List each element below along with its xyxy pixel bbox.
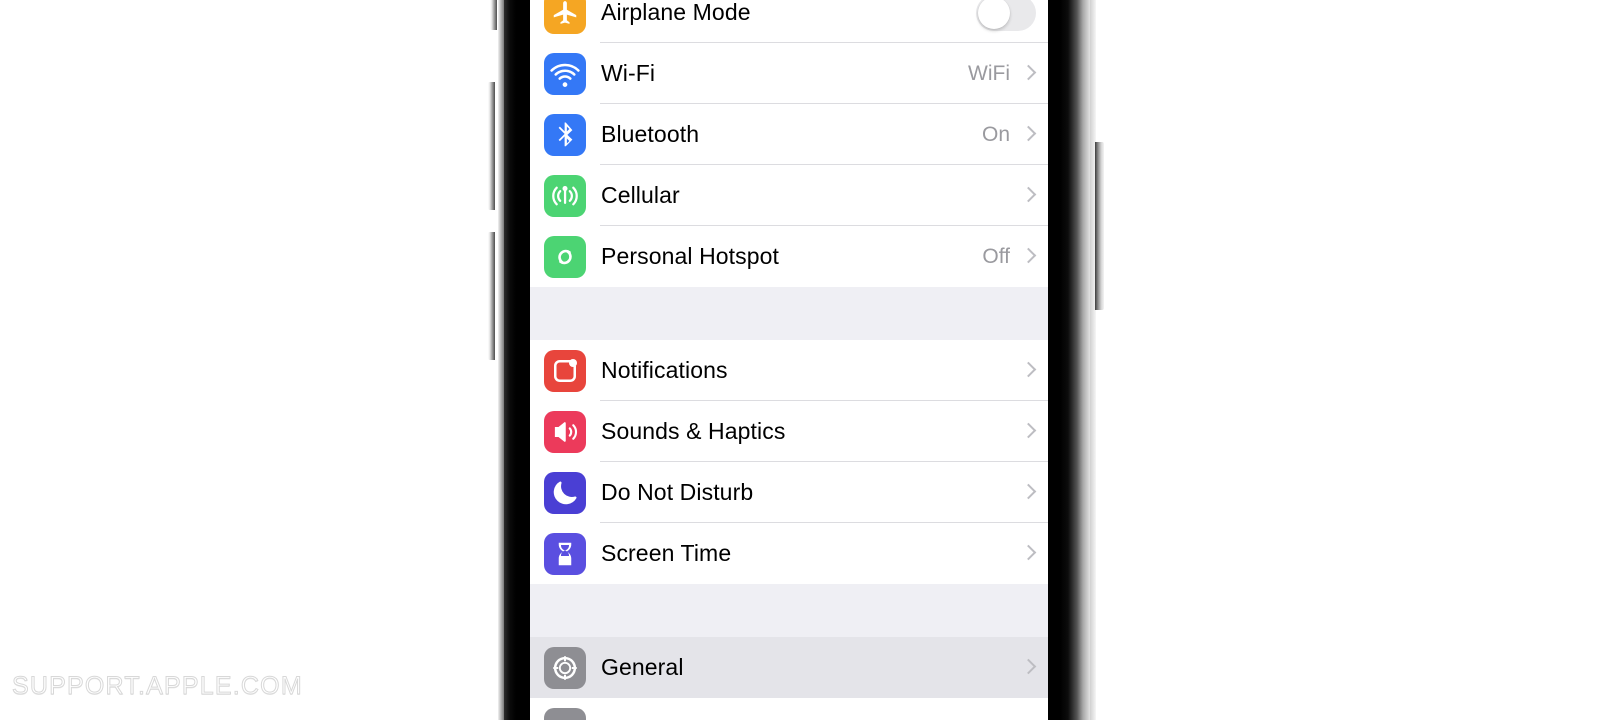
settings-row-label: Cellular: [601, 182, 680, 208]
chevron-right-icon: [1023, 658, 1034, 677]
settings-row-label: Personal Hotspot: [601, 243, 780, 269]
settings-row-value: Off: [982, 244, 1010, 268]
settings-row-label: Airplane Mode: [601, 0, 751, 25]
chevron-right-icon: [1023, 483, 1034, 502]
settings-row-accessory: [1023, 422, 1036, 441]
volume-up-button[interactable]: [488, 82, 495, 210]
chevron-right-icon: [1023, 64, 1034, 83]
bluetooth-icon: [544, 113, 586, 156]
chevron-right-icon: [1023, 361, 1034, 380]
settings-row-label: Notifications: [601, 357, 728, 383]
airplane-mode-toggle[interactable]: [976, 0, 1036, 31]
silent-switch-button[interactable]: [490, 0, 497, 30]
settings-row-accessory: WiFi: [968, 62, 1036, 86]
settings-row-label: General: [601, 654, 684, 680]
moon-icon: [544, 471, 586, 514]
chevron-right-icon: [1023, 422, 1034, 441]
chevron-right-icon: [1023, 186, 1034, 205]
chevron-right-icon: [1023, 247, 1034, 266]
settings-row-notifications[interactable]: Notifications: [530, 340, 1048, 401]
settings-row-accessory: On: [982, 123, 1036, 147]
settings-list: Airplane Mode Wi-Fi WiFi Bluetooth On Cellula…: [530, 0, 1048, 720]
side-power-button[interactable]: [1095, 142, 1104, 310]
chevron-right-icon: [1023, 544, 1034, 563]
wifi-icon: [544, 52, 586, 95]
gear-icon: [544, 646, 586, 689]
settings-row-accessory: Off: [982, 245, 1036, 269]
section-gap: [530, 584, 1048, 637]
settings-row-sounds-haptics[interactable]: Sounds & Haptics: [530, 401, 1048, 462]
settings-row-partial-next[interactable]: [530, 698, 1048, 720]
settings-row-accessory: [1023, 186, 1036, 205]
settings-row-general[interactable]: General: [530, 637, 1048, 698]
settings-group-connectivity: Airplane Mode Wi-Fi WiFi Bluetooth On Cellula…: [530, 0, 1048, 287]
volume-down-button[interactable]: [488, 232, 495, 360]
settings-row-value: WiFi: [968, 61, 1010, 85]
settings-row-value: On: [981, 122, 1010, 146]
sounds-icon: [544, 410, 586, 453]
settings-row-airplane-mode[interactable]: Airplane Mode: [530, 0, 1048, 43]
toggle-knob: [978, 0, 1010, 29]
settings-row-accessory: [1023, 658, 1036, 677]
airplane-icon: [544, 0, 586, 34]
settings-row-cellular[interactable]: Cellular: [530, 165, 1048, 226]
settings-row-screen-time[interactable]: Screen Time: [530, 523, 1048, 584]
hourglass-icon: [544, 532, 586, 575]
settings-row-accessory: [1023, 483, 1036, 502]
hotspot-icon: [544, 235, 586, 278]
settings-row-bluetooth[interactable]: Bluetooth On: [530, 104, 1048, 165]
watermark-support-apple-com: SUPPORT.APPLE.COM: [12, 672, 303, 701]
cellular-icon: [544, 174, 586, 217]
settings-row-accessory: [1023, 361, 1036, 380]
settings-row-do-not-disturb[interactable]: Do Not Disturb: [530, 462, 1048, 523]
notifications-icon: [544, 349, 586, 392]
section-gap: [530, 287, 1048, 340]
settings-row-label: Bluetooth: [601, 121, 700, 147]
screenshot-root: SUPPORT.APPLE.COM Airplane Mode Wi-Fi WiFi…: [0, 0, 1600, 720]
settings-row-accessory: [1023, 544, 1036, 563]
control-center-icon: [544, 707, 586, 720]
iphone-device-frame: Airplane Mode Wi-Fi WiFi Bluetooth On Cellula…: [476, 0, 1108, 720]
settings-row-label: Sounds & Haptics: [601, 418, 786, 444]
settings-row-label: Screen Time: [601, 540, 732, 566]
settings-row-label: Wi-Fi: [601, 60, 656, 86]
chevron-right-icon: [1023, 125, 1034, 144]
settings-group-alerts: Notifications Sounds & Haptics Do Not Dist…: [530, 340, 1048, 584]
settings-group-system: General: [530, 637, 1048, 698]
settings-row-label: Do Not Disturb: [601, 479, 754, 505]
settings-row-wi-fi[interactable]: Wi-Fi WiFi: [530, 43, 1048, 104]
settings-row-accessory: [976, 0, 1036, 31]
settings-row-personal-hotspot[interactable]: Personal Hotspot Off: [530, 226, 1048, 287]
device-screen: Airplane Mode Wi-Fi WiFi Bluetooth On Cellula…: [530, 0, 1048, 720]
